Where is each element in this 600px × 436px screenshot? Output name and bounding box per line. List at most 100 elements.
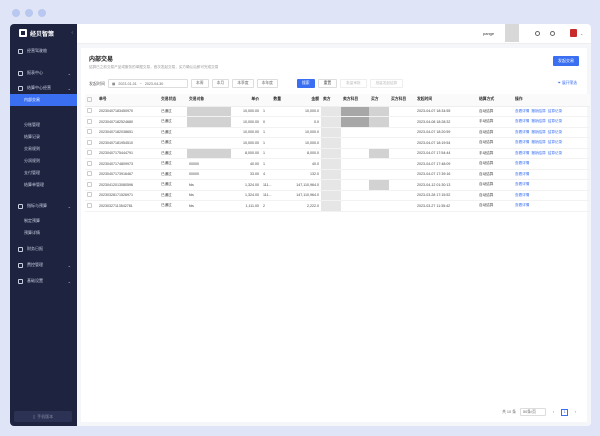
settle-record-link[interactable]: 结算记录 bbox=[548, 151, 562, 155]
quick-this-year[interactable]: 本年度 bbox=[256, 79, 278, 88]
created-time-cell: 2023-04-08 18:28:32 bbox=[415, 116, 477, 128]
page-size-select[interactable]: 50条/页 bbox=[520, 408, 546, 416]
sidebar-item[interactable]: 财务日报 bbox=[10, 243, 77, 255]
view-detail-link[interactable]: 查看详情 bbox=[515, 203, 529, 207]
sidebar-item[interactable]: 交易规则 bbox=[10, 143, 77, 155]
row-select-cell[interactable] bbox=[85, 137, 97, 149]
row-select-cell[interactable] bbox=[85, 169, 97, 180]
expand-filter-link[interactable]: ⏷ 展开筛选 bbox=[558, 81, 577, 86]
settle-record-link[interactable]: 结算记录 bbox=[548, 119, 562, 123]
view-detail-link[interactable]: 查看详情 bbox=[515, 172, 529, 176]
chevron-down-icon: ⌄ bbox=[67, 203, 71, 209]
row-select-cell[interactable] bbox=[85, 127, 97, 138]
row-checkbox[interactable] bbox=[87, 150, 92, 156]
row-select-cell[interactable] bbox=[85, 148, 97, 159]
bell-icon[interactable] bbox=[535, 31, 540, 36]
collapse-icon[interactable]: ‹ bbox=[71, 30, 73, 36]
table-row[interactable]: 20230407183450970 已通过 10,000.00 1 10,000.0 20… bbox=[85, 106, 590, 117]
page-card: 内部交易 结算已之前交易产品或服务的单据交易，首次发起交易，买方确认后即可完成交… bbox=[81, 48, 590, 422]
avatar[interactable] bbox=[570, 29, 577, 37]
date-range-picker[interactable]: ▦ 2023-01-01 ~ 2023-04-30 bbox=[108, 79, 188, 88]
window-dot[interactable] bbox=[38, 9, 46, 17]
sidebar-item[interactable]: 预算详情 bbox=[10, 227, 77, 239]
window-dot[interactable] bbox=[25, 9, 33, 17]
table-row[interactable]: 20230407181954510 已通过 10,000.00 1 10,000.0 20… bbox=[85, 137, 590, 149]
next-page-button[interactable]: › bbox=[572, 409, 579, 416]
view-detail-link[interactable]: 查看详情 bbox=[515, 119, 529, 123]
table-row[interactable]: 20230407173916467 已通过 00000 33.00 4 132.0 2023… bbox=[85, 169, 590, 180]
select-all-cell[interactable] bbox=[85, 94, 97, 107]
prev-page-button[interactable]: ‹ bbox=[550, 409, 557, 416]
view-detail-link[interactable]: 查看详情 bbox=[515, 109, 529, 113]
sidebar-item[interactable]: 支付管理 bbox=[10, 167, 77, 179]
quick-this-quarter[interactable]: 本季度 bbox=[232, 79, 254, 88]
new-transaction-button[interactable]: 发起交易 bbox=[553, 56, 579, 66]
row-checkbox[interactable] bbox=[87, 171, 92, 177]
row-select-cell[interactable] bbox=[85, 106, 97, 117]
batch-settle-button[interactable]: 批量发起结算 bbox=[369, 79, 404, 88]
batch-approve-button[interactable]: 批量审批 bbox=[340, 79, 367, 88]
row-select-cell[interactable] bbox=[85, 200, 97, 212]
row-checkbox[interactable] bbox=[87, 118, 92, 124]
table-row[interactable]: 20230407175444791 已通过 8,000.00 1 8,000.0 2023… bbox=[85, 148, 590, 159]
sidebar-item[interactable]: 费控管理 ⌄ bbox=[10, 259, 77, 271]
revoke-settle-link[interactable]: 撤销结算 bbox=[531, 130, 545, 134]
row-select-cell[interactable] bbox=[85, 116, 97, 128]
sidebar-item[interactable]: 结算单管理 bbox=[10, 179, 77, 191]
sidebar-item[interactable]: 内部交易 bbox=[10, 94, 77, 106]
table-row[interactable]: 20230407182524680 已通过 10,000.00 0 0.0 2023-04… bbox=[85, 116, 590, 128]
status-cell: 已通过 bbox=[159, 137, 187, 149]
table-row[interactable]: 20230407174809973 已通过 00000 40.00 1 40.0 2023-… bbox=[85, 158, 590, 170]
target-icon bbox=[18, 203, 23, 209]
page-number[interactable]: 1 bbox=[561, 408, 568, 416]
view-detail-link[interactable]: 查看详情 bbox=[515, 161, 529, 165]
search-button[interactable]: 搜索 bbox=[297, 79, 315, 88]
settle-record-link[interactable]: 结算记录 bbox=[548, 140, 562, 144]
table-row[interactable]: 20230327113542781 已通过 fds 1,111.00 2 2,222.0 2… bbox=[85, 200, 590, 212]
table-row[interactable]: 20230328171526971 已通过 fds 1,324.00 111... 147… bbox=[85, 190, 590, 201]
sidebar-item[interactable]: 结算中心经营 ⌄ bbox=[10, 82, 77, 94]
row-checkbox[interactable] bbox=[87, 181, 92, 187]
sidebar-item[interactable]: 指标与预算 ⌄ bbox=[10, 200, 77, 212]
revoke-settle-link[interactable]: 撤销结算 bbox=[531, 119, 545, 123]
sidebar-item[interactable]: 报表中心 ⌄ bbox=[10, 67, 77, 79]
sidebar-item[interactable]: 制定预算 bbox=[10, 215, 77, 227]
reset-button[interactable]: 重置 bbox=[317, 79, 338, 88]
row-checkbox[interactable] bbox=[87, 139, 92, 145]
settle-record-link[interactable]: 结算记录 bbox=[548, 109, 562, 113]
quick-this-month[interactable]: 本月 bbox=[211, 79, 230, 88]
row-checkbox[interactable] bbox=[87, 192, 92, 198]
view-detail-link[interactable]: 查看详情 bbox=[515, 193, 529, 197]
revoke-settle-link[interactable]: 撤销结算 bbox=[531, 151, 545, 155]
row-checkbox[interactable] bbox=[87, 108, 92, 114]
table-row[interactable]: 20230407182038651 已通过 10,000.00 1 10,000.0 20… bbox=[85, 127, 590, 138]
revoke-settle-link[interactable]: 撤销结算 bbox=[531, 109, 545, 113]
transactions-table: 单号 交易状态 交易对象 单价 数量 金额 卖方 卖方科目 买方 买方科目 发起时间 结算方式 操作 2… bbox=[85, 94, 590, 212]
view-detail-link[interactable]: 查看详情 bbox=[515, 140, 529, 144]
view-detail-link[interactable]: 查看详情 bbox=[515, 130, 529, 134]
mobile-version-button[interactable]: ▯ 手机版本 bbox=[14, 411, 72, 422]
sidebar-item[interactable]: 分账管理 bbox=[10, 119, 77, 131]
sidebar-item[interactable]: 分润规则 bbox=[10, 155, 77, 167]
row-select-cell[interactable] bbox=[85, 190, 97, 201]
row-checkbox[interactable] bbox=[87, 129, 92, 135]
window-dot[interactable] bbox=[12, 9, 20, 17]
quick-this-week[interactable]: 本周 bbox=[191, 79, 209, 88]
row-checkbox[interactable] bbox=[87, 160, 92, 166]
settle-record-link[interactable]: 结算记录 bbox=[548, 130, 562, 134]
column-header-created-time: 发起时间 bbox=[415, 94, 477, 107]
table-row[interactable]: 20230412013080596 已通过 fds 1,324.00 111... 147… bbox=[85, 179, 590, 191]
select-all-checkbox[interactable] bbox=[87, 96, 92, 102]
sidebar-item[interactable]: 基础设置 ⌄ bbox=[10, 275, 77, 287]
row-select-cell[interactable] bbox=[85, 158, 97, 170]
help-icon[interactable] bbox=[550, 31, 555, 36]
sidebar-item[interactable]: 结算记录 bbox=[10, 131, 77, 143]
revoke-settle-link[interactable]: 撤销结算 bbox=[531, 140, 545, 144]
row-checkbox[interactable] bbox=[87, 202, 92, 208]
sidebar-item[interactable]: 经营驾驶舱 bbox=[10, 45, 77, 57]
view-detail-link[interactable]: 查看详情 bbox=[515, 182, 529, 186]
view-detail-link[interactable]: 查看详情 bbox=[515, 151, 529, 155]
chevron-down-icon[interactable]: ⌄ bbox=[580, 31, 583, 36]
row-select-cell[interactable] bbox=[85, 179, 97, 191]
buyer-cell bbox=[369, 106, 389, 117]
